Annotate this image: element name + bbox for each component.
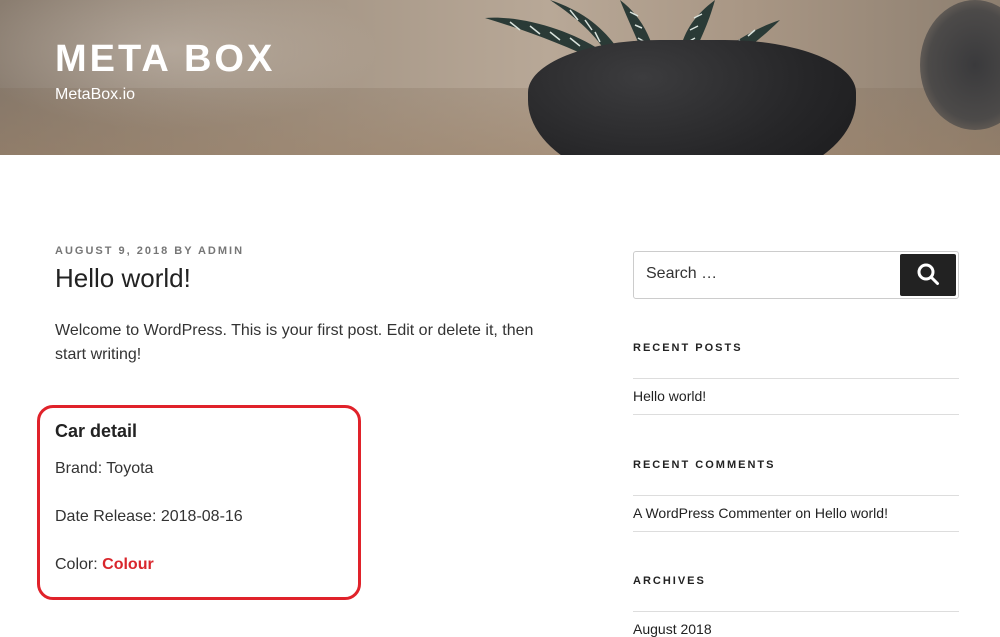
comment-author-link[interactable]: A WordPress Commenter xyxy=(633,505,791,521)
search-form xyxy=(633,251,959,299)
main-content: AUGUST 9, 2018 BY ADMIN Hello world! Wel… xyxy=(0,155,1000,637)
divider xyxy=(633,414,959,415)
search-input[interactable] xyxy=(634,252,918,296)
search-button[interactable] xyxy=(900,254,956,296)
comment-post-link[interactable]: Hello world! xyxy=(815,505,888,521)
post-meta[interactable]: AUGUST 9, 2018 BY ADMIN xyxy=(55,245,244,257)
divider xyxy=(633,531,959,532)
car-date-label: Date Release: xyxy=(55,508,157,525)
recent-comment-item: A WordPress Commenter on Hello world! xyxy=(633,505,888,521)
archives-title: ARCHIVES xyxy=(633,575,706,587)
car-color-row: Color: Colour xyxy=(55,556,154,574)
car-detail-heading: Car detail xyxy=(55,421,138,441)
archive-link[interactable]: August 2018 xyxy=(633,621,712,637)
header-image-pot xyxy=(528,40,856,155)
car-brand-label: Brand: xyxy=(55,460,103,477)
comment-connector: on xyxy=(795,505,811,521)
recent-comments-title: RECENT COMMENTS xyxy=(633,459,776,471)
post-title[interactable]: Hello world! xyxy=(55,263,191,294)
divider xyxy=(633,495,959,496)
divider xyxy=(633,378,959,379)
car-brand-value: Toyota xyxy=(106,460,154,477)
site-description: MetaBox.io xyxy=(55,86,136,103)
car-brand-row: Brand: Toyota xyxy=(55,460,153,478)
car-date-row: Date Release: 2018-08-16 xyxy=(55,508,243,526)
recent-posts-title: RECENT POSTS xyxy=(633,342,743,354)
car-date-value: 2018-08-16 xyxy=(160,508,243,525)
car-color-label: Color: xyxy=(55,556,98,573)
search-icon xyxy=(917,263,939,285)
divider xyxy=(633,611,959,612)
car-color-value[interactable]: Colour xyxy=(102,556,154,573)
site-header: META BOX MetaBox.io xyxy=(0,0,1000,155)
site-title[interactable]: META BOX xyxy=(55,38,275,81)
post-body: Welcome to WordPress. This is your first… xyxy=(55,322,534,363)
recent-post-link[interactable]: Hello world! xyxy=(633,388,706,404)
